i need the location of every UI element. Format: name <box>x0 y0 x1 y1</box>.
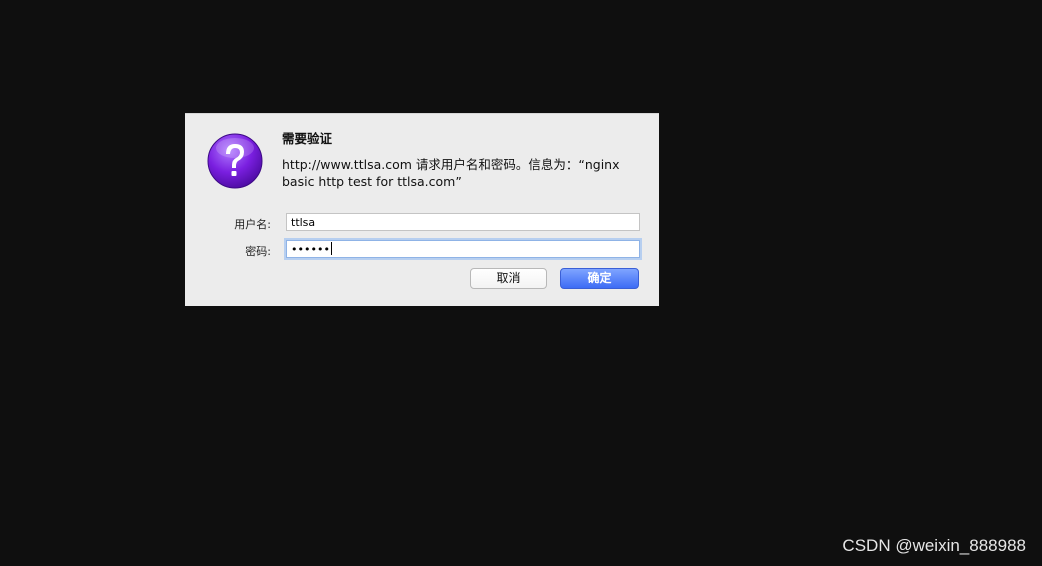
watermark: CSDN @weixin_888988 <box>842 536 1026 555</box>
password-label: 密码: <box>245 245 271 258</box>
screen-background: 需要验证 http://www.ttlsa.com 请求用户名和密码。信息为：“… <box>0 0 1042 566</box>
auth-dialog: 需要验证 http://www.ttlsa.com 请求用户名和密码。信息为：“… <box>185 113 659 306</box>
password-field[interactable]: •••••• <box>286 240 640 258</box>
username-value: ttlsa <box>291 216 316 229</box>
dialog-message: http://www.ttlsa.com 请求用户名和密码。信息为：“nginx… <box>282 157 620 189</box>
password-value: •••••• <box>291 243 330 256</box>
ok-button[interactable]: 确定 <box>560 268 639 289</box>
username-label: 用户名: <box>234 218 271 231</box>
cancel-button[interactable]: 取消 <box>470 268 547 289</box>
question-mark-icon <box>207 133 263 189</box>
username-field[interactable]: ttlsa <box>286 213 640 231</box>
text-cursor <box>330 242 332 255</box>
dialog-title: 需要验证 <box>282 131 333 146</box>
